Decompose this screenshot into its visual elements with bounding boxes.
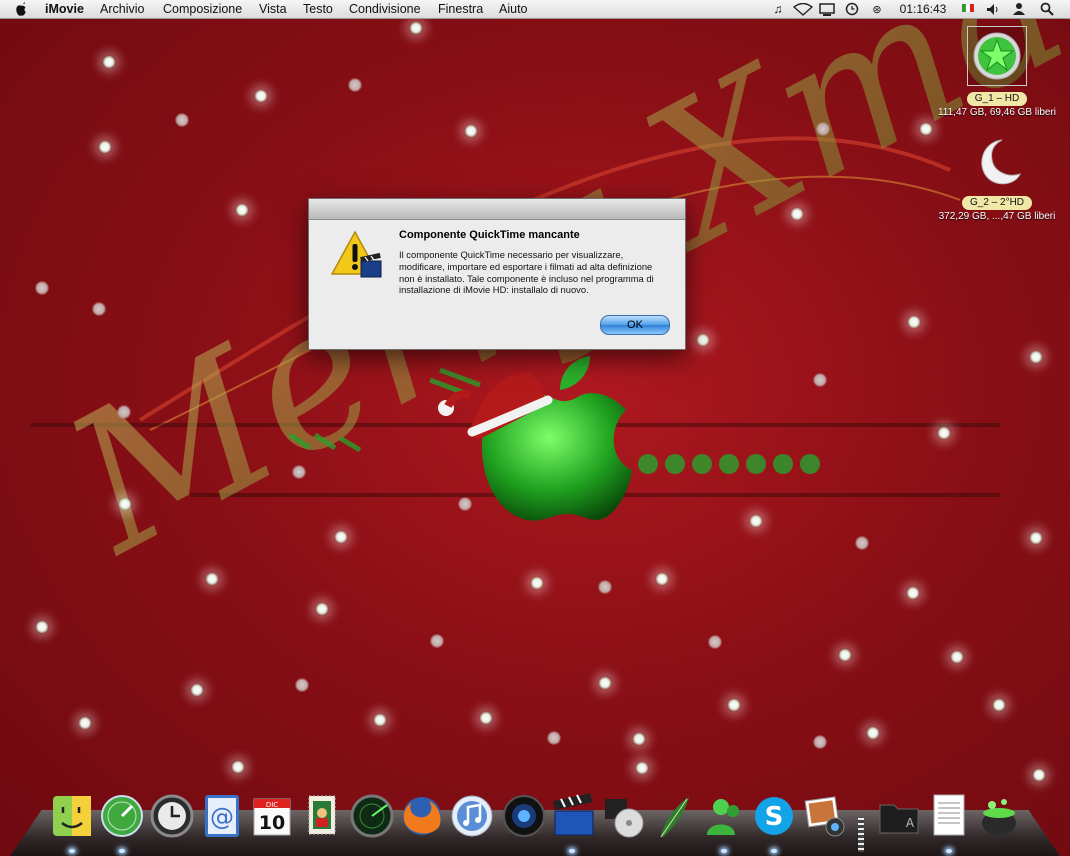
dashboard-icon[interactable] <box>99 793 145 839</box>
warning-icon <box>330 229 385 283</box>
svg-text:@: @ <box>210 803 234 831</box>
menubar: iMovie Archivio Composizione Vista Testo… <box>0 0 1070 19</box>
menu-clock[interactable]: 01:16:43 <box>894 1 952 17</box>
time-machine-icon[interactable] <box>149 793 195 839</box>
disk-label: G_1 – HD <box>966 92 1028 106</box>
flag-icon[interactable] <box>960 1 976 17</box>
imovie-icon[interactable] <box>551 793 597 839</box>
apple-menu-icon[interactable] <box>14 2 28 17</box>
itunes-icon[interactable] <box>449 793 495 839</box>
skype-icon[interactable]: S <box>751 793 797 839</box>
ical-day: 10 <box>259 812 285 834</box>
desktop-disk-g1[interactable]: G_1 – HD 111,47 GB, 69,46 GB liberi <box>922 26 1070 118</box>
ical-icon[interactable]: DIC 10 <box>249 793 295 839</box>
dialog-titlebar[interactable] <box>309 199 685 220</box>
iphoto-icon[interactable] <box>801 793 847 839</box>
wallpaper-art: Merry Xmas <box>30 0 1070 596</box>
menu-composizione[interactable]: Composizione <box>163 2 242 16</box>
desktop-disk-g2[interactable]: G_2 – 2°HD 372,29 GB, ...,47 GB liberi <box>922 134 1070 222</box>
volume-icon[interactable] <box>985 1 1001 17</box>
camera-icon[interactable] <box>501 793 547 839</box>
dialog-title: Componente QuickTime mancante <box>399 229 580 241</box>
time-machine-icon[interactable] <box>843 1 861 17</box>
running-indicator <box>771 849 777 853</box>
wifi-icon[interactable] <box>792 1 814 17</box>
menu-app-name[interactable]: iMovie <box>45 2 84 16</box>
running-indicator <box>946 849 952 853</box>
cauldron-icon[interactable] <box>976 793 1022 839</box>
finder-icon[interactable] <box>49 793 95 839</box>
quill-icon[interactable] <box>651 793 697 839</box>
running-indicator <box>569 849 575 853</box>
svg-text:S: S <box>765 802 784 832</box>
disk-info: 111,47 GB, 69,46 GB liberi <box>937 107 1057 118</box>
messenger-icon[interactable] <box>701 793 747 839</box>
moon-icon <box>968 134 1026 190</box>
menu-vista[interactable]: Vista <box>259 2 287 16</box>
dialog-message: Il componente QuickTime necessario per v… <box>399 249 654 296</box>
user-icon[interactable] <box>1010 1 1028 17</box>
radar-icon[interactable] <box>349 793 395 839</box>
textedit-icon[interactable] <box>926 793 972 839</box>
display-icon[interactable] <box>818 1 836 17</box>
running-indicator <box>69 849 75 853</box>
svg-text:A: A <box>906 816 915 830</box>
menu-condivisione[interactable]: Condivisione <box>349 2 421 16</box>
alert-dialog: Componente QuickTime mancante Il compone… <box>308 198 686 350</box>
star-icon <box>967 26 1027 86</box>
menu-archivio[interactable]: Archivio <box>100 2 144 16</box>
folder-icon[interactable]: A <box>876 793 922 839</box>
music-note-icon[interactable]: ♫ <box>770 1 786 17</box>
dvd-player-icon[interactable] <box>601 793 647 839</box>
ical-month: DIC <box>266 801 278 809</box>
ok-button[interactable]: OK <box>600 315 670 335</box>
menu-aiuto[interactable]: Aiuto <box>499 2 528 16</box>
bluetooth-icon[interactable]: ⊛ <box>868 1 886 17</box>
firefox-icon[interactable] <box>399 793 445 839</box>
menu-finestra[interactable]: Finestra <box>438 2 483 16</box>
spotlight-icon[interactable] <box>1038 1 1056 17</box>
menu-testo[interactable]: Testo <box>303 2 333 16</box>
desktop: Merry Xmas G_1 – HD 111,47 GB, 69,46 GB … <box>0 0 1070 856</box>
disk-label: G_2 – 2°HD <box>961 196 1033 210</box>
mail-icon[interactable]: @ <box>199 793 245 839</box>
running-indicator <box>721 849 727 853</box>
running-indicator <box>119 849 125 853</box>
stamp-icon[interactable] <box>299 793 345 839</box>
disk-info: 372,29 GB, ...,47 GB liberi <box>938 211 1056 222</box>
dock-divider[interactable] <box>858 818 864 852</box>
